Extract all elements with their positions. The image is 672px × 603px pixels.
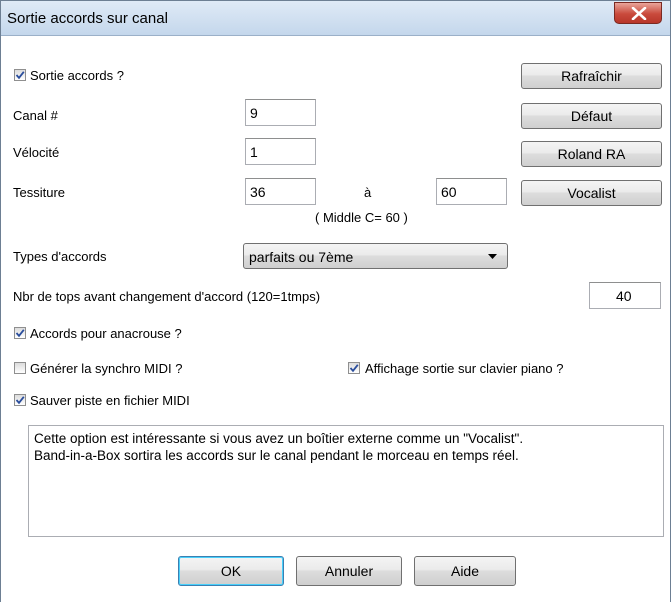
- sortie-accords-checkbox[interactable]: [14, 69, 26, 81]
- ticks-input[interactable]: 40: [589, 282, 661, 309]
- affichage-checkbox[interactable]: [348, 362, 360, 374]
- synchro-midi-label: Générer la synchro MIDI ?: [30, 361, 183, 376]
- sortie-accords-label: Sortie accords ?: [30, 68, 124, 83]
- tessiture-to-input[interactable]: 60: [436, 178, 507, 205]
- canal-input[interactable]: 9: [245, 99, 316, 126]
- types-accords-select[interactable]: parfaits ou 7ème: [243, 243, 508, 269]
- description-line-1: Cette option est intéressante si vous av…: [34, 431, 524, 446]
- canal-label: Canal #: [13, 108, 58, 123]
- description-line-2: Band-in-a-Box sortira les accords sur le…: [34, 448, 519, 463]
- types-accords-value: parfaits ou 7ème: [249, 249, 354, 265]
- window-title: Sortie accords sur canal: [7, 10, 168, 27]
- ticks-label: Nbr de tops avant changement d'accord (1…: [13, 289, 321, 304]
- rafraichir-button[interactable]: Rafraîchir: [521, 63, 662, 89]
- close-icon: [631, 7, 647, 20]
- sauver-piste-checkbox[interactable]: [14, 394, 26, 406]
- check-icon: [15, 329, 25, 338]
- dialog-window: Sortie accords sur canal Sortie accords …: [0, 0, 671, 602]
- tessiture-label: Tessiture: [13, 185, 66, 200]
- synchro-midi-checkbox[interactable]: [14, 362, 26, 374]
- velocite-label: Vélocité: [13, 145, 60, 160]
- chevron-down-icon: [488, 254, 497, 259]
- types-accords-label: Types d'accords: [13, 249, 107, 264]
- ok-button[interactable]: OK: [178, 556, 284, 586]
- defaut-button[interactable]: Défaut: [521, 103, 662, 129]
- roland-ra-button[interactable]: Roland RA: [521, 141, 662, 167]
- description-textarea[interactable]: Cette option est intéressante si vous av…: [28, 425, 664, 537]
- title-bar[interactable]: Sortie accords sur canal: [1, 1, 670, 36]
- dialog-body: Sortie accords ? Canal # 9 Vélocité 1 Te…: [1, 36, 670, 602]
- anacrouse-label: Accords pour anacrouse ?: [30, 326, 182, 341]
- help-button[interactable]: Aide: [414, 556, 516, 586]
- velocite-input[interactable]: 1: [245, 138, 316, 165]
- affichage-label: Affichage sortie sur clavier piano ?: [365, 361, 564, 376]
- anacrouse-checkbox[interactable]: [14, 327, 26, 339]
- tessiture-to-label: à: [364, 185, 372, 200]
- vocalist-button[interactable]: Vocalist: [521, 180, 662, 206]
- check-icon: [15, 396, 25, 405]
- close-button[interactable]: [614, 2, 662, 24]
- check-icon: [349, 364, 359, 373]
- tessiture-from-input[interactable]: 36: [245, 178, 316, 205]
- middle-c-hint: ( Middle C= 60 ): [315, 210, 408, 225]
- cancel-button[interactable]: Annuler: [296, 556, 402, 586]
- check-icon: [15, 71, 25, 80]
- sauver-piste-label: Sauver piste en fichier MIDI: [30, 393, 190, 408]
